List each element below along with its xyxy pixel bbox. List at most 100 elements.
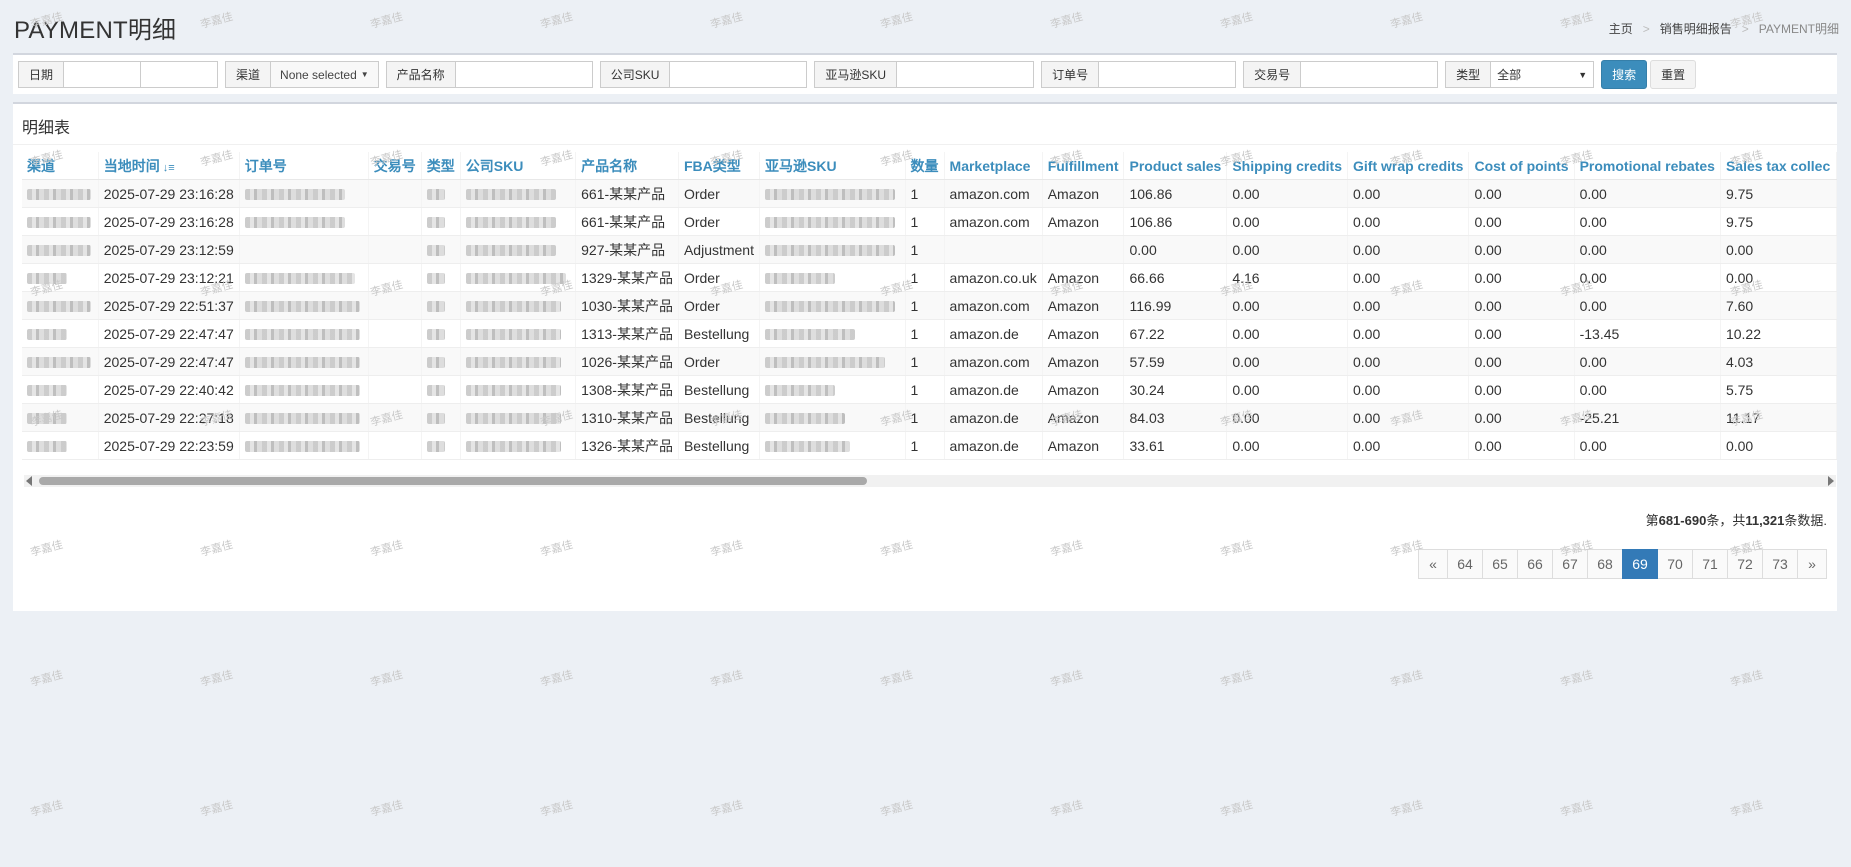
scroll-right-icon[interactable] (1828, 476, 1834, 486)
pagination-page-65[interactable]: 65 (1482, 549, 1518, 579)
cell-company-sku (460, 403, 577, 432)
cell-promotional-rebates: 0.00 (1574, 263, 1721, 292)
cell-cost-of-points: 0.00 (1468, 207, 1575, 236)
date-end-input[interactable] (141, 61, 219, 88)
redacted-value (426, 189, 445, 201)
cell-gift-wrap-credits: 0.00 (1347, 235, 1470, 264)
reset-button[interactable]: 重置 (1650, 60, 1697, 89)
pagination-page-66[interactable]: 66 (1517, 549, 1553, 579)
watermark: 李嘉佳 (1559, 798, 1595, 820)
order-no-input[interactable] (1099, 61, 1237, 88)
watermark: 李嘉佳 (1049, 798, 1085, 820)
filter-bar: 日期 渠道 None selected ▼ 产品名称 公司SKU 亚马逊SKU … (13, 53, 1837, 94)
redacted-value (27, 385, 67, 397)
table-row: 2025-07-29 23:16:28 661-某某产品 Order 1 amazon.… (22, 179, 1837, 208)
watermark: 李嘉佳 (29, 668, 65, 690)
pagination-page-69[interactable]: 69 (1622, 549, 1658, 579)
col-header-gift-wrap-credits[interactable]: Gift wrap credits (1347, 152, 1470, 180)
table-row: 2025-07-29 22:51:37 1030-某某产品 Order 1 amazon… (22, 291, 1837, 320)
redacted-value (244, 385, 360, 397)
cell-marketplace (944, 235, 1043, 264)
col-header-marketplace[interactable]: Marketplace (944, 152, 1043, 180)
col-header-local-time[interactable]: 当地时间 ↓≡ (98, 152, 240, 180)
scrollbar-thumb[interactable] (39, 477, 867, 485)
company-sku-label: 公司SKU (599, 61, 671, 88)
cell-cost-of-points: 0.00 (1468, 403, 1575, 432)
type-select[interactable]: 全部 ▼ (1491, 61, 1595, 88)
redacted-value (465, 441, 561, 453)
search-button[interactable]: 搜索 (1601, 60, 1648, 89)
watermark: 李嘉佳 (879, 668, 915, 690)
breadcrumb-parent[interactable]: 销售明细报告 (1660, 20, 1732, 37)
pagination-page-67[interactable]: 67 (1552, 549, 1588, 579)
col-header-shipping-credits[interactable]: Shipping credits (1226, 152, 1348, 180)
cell-cost-of-points: 0.00 (1468, 375, 1575, 404)
cell-product-name: 1313-某某产品 (575, 319, 679, 348)
pagination-page-68[interactable]: 68 (1587, 549, 1623, 579)
cell-amazon-sku (759, 347, 906, 376)
company-sku-input[interactable] (670, 61, 808, 88)
sort-desc-icon[interactable]: ↓≡ (163, 162, 175, 174)
redacted-value (426, 273, 445, 285)
transaction-no-input[interactable] (1301, 61, 1439, 88)
pagination-page-72[interactable]: 72 (1727, 549, 1763, 579)
amazon-sku-input[interactable] (897, 61, 1035, 88)
col-header-type[interactable]: 类型 (421, 152, 461, 180)
date-start-input[interactable] (64, 61, 142, 88)
cell-fba-type: Bestellung (678, 375, 761, 404)
cell-quantity: 1 (905, 403, 945, 432)
table-body: 2025-07-29 23:16:28 661-某某产品 Order 1 amazon.… (22, 179, 1837, 460)
cell-marketplace: amazon.com (944, 291, 1043, 320)
watermark: 李嘉佳 (199, 10, 235, 32)
col-header-cost-of-points[interactable]: Cost of points (1468, 152, 1575, 180)
cell-fulfillment: Amazon (1042, 375, 1125, 404)
cell-order-no (239, 263, 369, 292)
cell-order-no (239, 431, 369, 460)
cell-fulfillment: Amazon (1042, 291, 1125, 320)
pagination-page-73[interactable]: 73 (1762, 549, 1798, 579)
cell-fulfillment: Amazon (1042, 179, 1125, 208)
col-header-channel[interactable]: 渠道 (22, 152, 99, 180)
horizontal-scrollbar[interactable] (24, 475, 1836, 487)
col-header-sales-tax[interactable]: Sales tax collec (1720, 152, 1837, 180)
table-scroll-area[interactable]: 渠道 当地时间 ↓≡ 订单号 交易号 类型 公司SKU 产品名称 FBA类型 亚马… (22, 152, 1837, 467)
watermark: 李嘉佳 (199, 668, 235, 690)
col-header-promotional-rebates[interactable]: Promotional rebates (1574, 152, 1721, 180)
breadcrumb: 主页 > 销售明细报告 > PAYMENT明细 (1609, 20, 1839, 37)
watermark: 李嘉佳 (369, 10, 405, 32)
product-name-input[interactable] (455, 61, 593, 88)
pagination-prev-button[interactable]: « (1418, 549, 1448, 579)
pagination-page-64[interactable]: 64 (1447, 549, 1483, 579)
cell-channel (22, 319, 99, 348)
pagination-next-button[interactable]: » (1797, 549, 1827, 579)
cell-product-sales: 30.24 (1123, 375, 1228, 404)
col-header-fba-type[interactable]: FBA类型 (678, 152, 761, 180)
cell-local-time: 2025-07-29 22:23:59 (98, 431, 240, 460)
cell-marketplace: amazon.de (944, 431, 1043, 460)
watermark: 李嘉佳 (539, 668, 575, 690)
col-header-quantity[interactable]: 数量 (905, 152, 945, 180)
type-filter: 类型 全部 ▼ (1445, 61, 1595, 88)
col-header-fulfillment[interactable]: Fulfillment (1042, 152, 1125, 180)
redacted-value (465, 301, 561, 313)
col-header-product-sales[interactable]: Product sales (1123, 152, 1228, 180)
cell-amazon-sku (759, 263, 906, 292)
watermark: 李嘉佳 (1219, 10, 1255, 32)
col-header-amazon-sku[interactable]: 亚马逊SKU (759, 152, 906, 180)
table-row: 2025-07-29 23:16:28 661-某某产品 Order 1 amazon.… (22, 207, 1837, 236)
pagination-page-71[interactable]: 71 (1692, 549, 1728, 579)
cell-transaction-no (368, 375, 422, 404)
redacted-value (765, 441, 850, 453)
col-header-transaction-no[interactable]: 交易号 (368, 152, 422, 180)
scroll-left-icon[interactable] (26, 476, 32, 486)
col-header-company-sku[interactable]: 公司SKU (460, 152, 577, 180)
cell-amazon-sku (759, 179, 906, 208)
col-header-product-name[interactable]: 产品名称 (575, 152, 679, 180)
channel-multiselect[interactable]: None selected ▼ (271, 61, 379, 88)
pagination-page-70[interactable]: 70 (1657, 549, 1693, 579)
redacted-value (465, 413, 561, 425)
cell-type (421, 403, 461, 432)
col-header-order-no[interactable]: 订单号 (239, 152, 369, 180)
breadcrumb-home[interactable]: 主页 (1609, 20, 1633, 37)
cell-gift-wrap-credits: 0.00 (1347, 431, 1470, 460)
